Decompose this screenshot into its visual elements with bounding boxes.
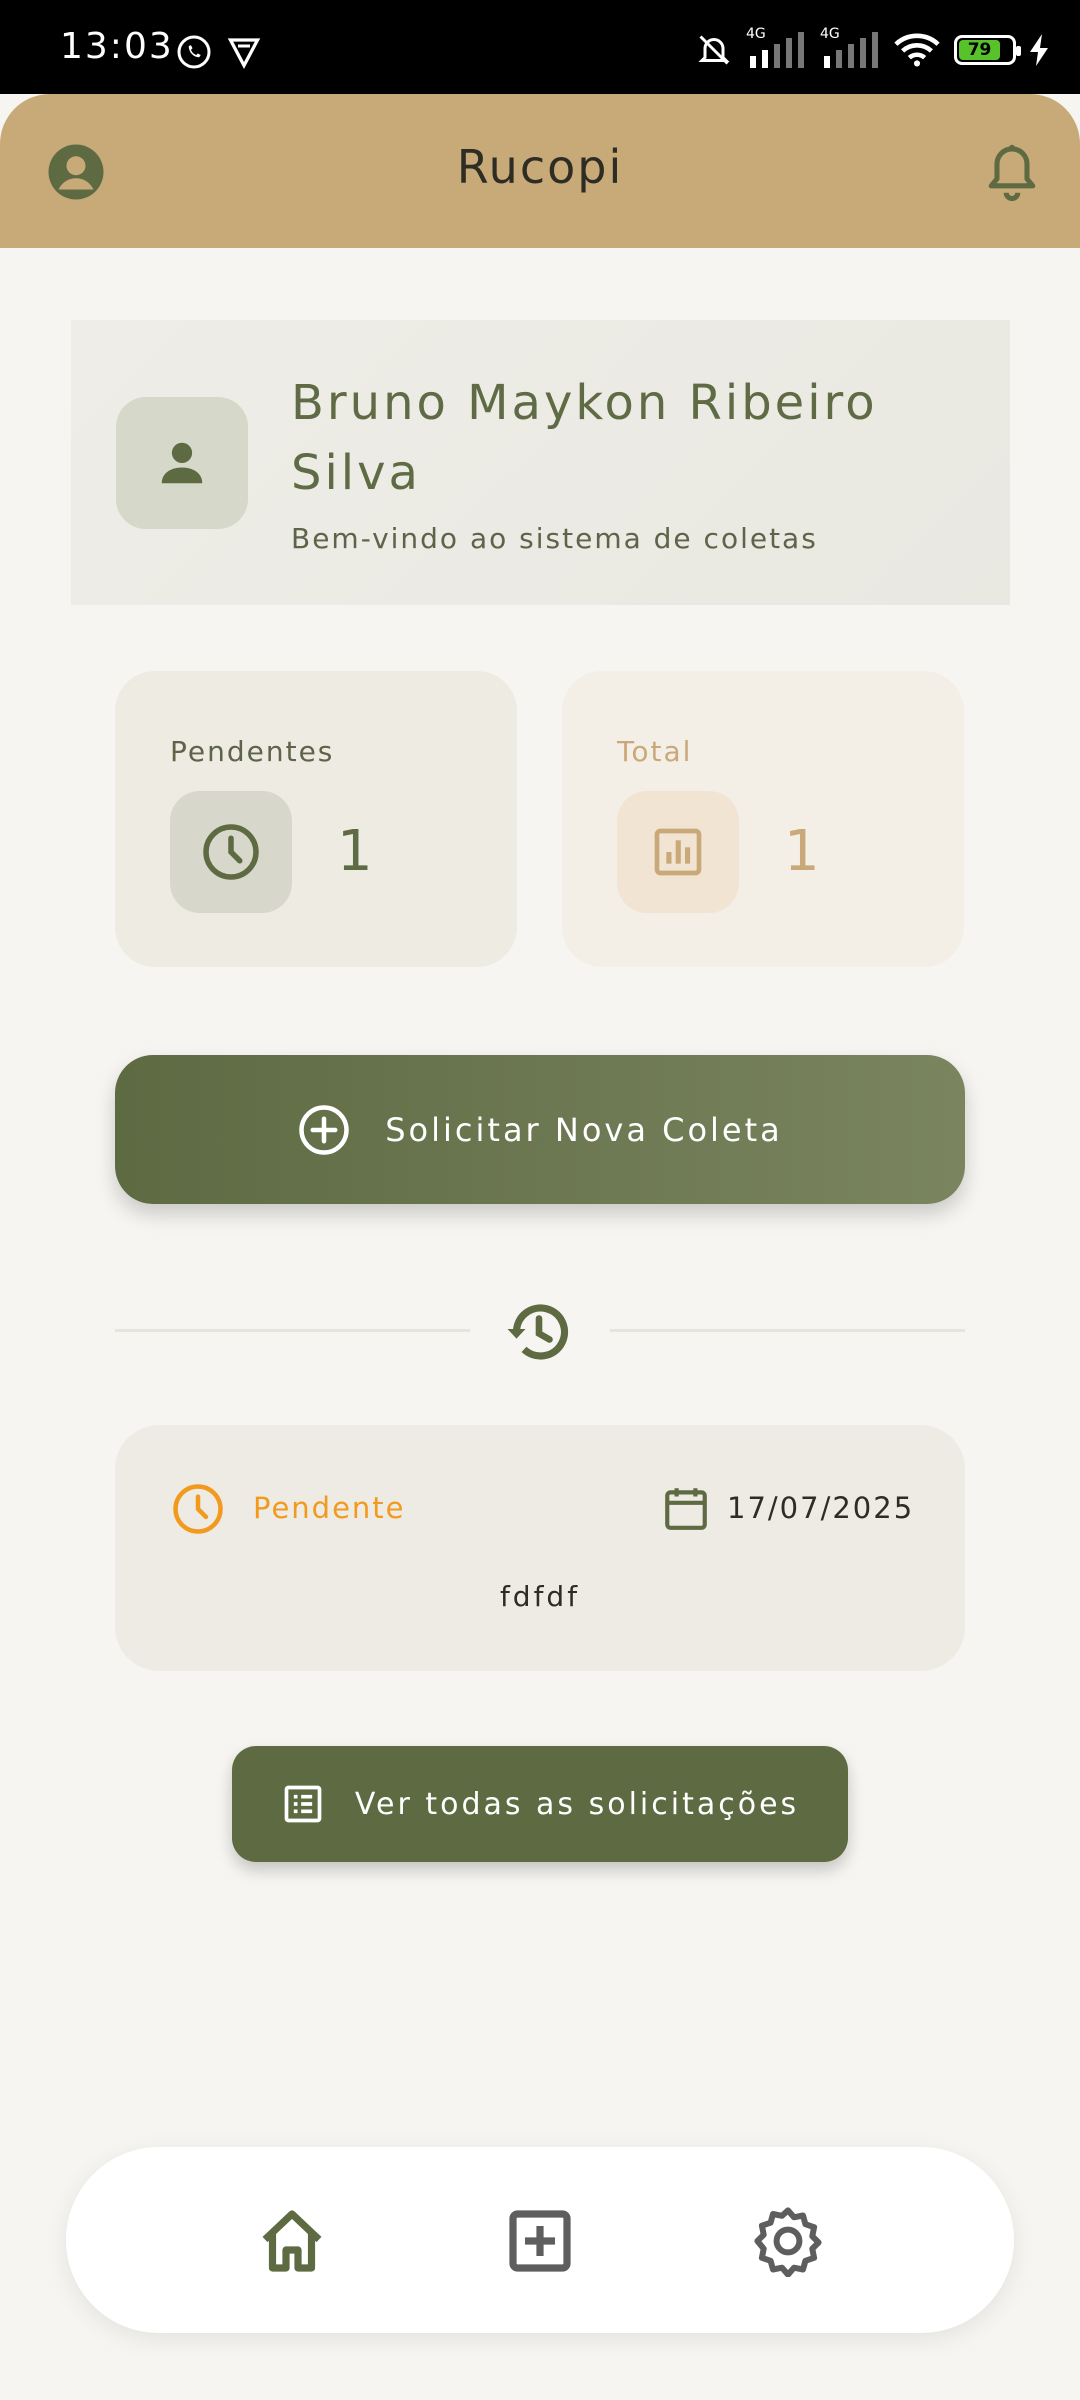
home-icon[interactable]: [256, 2205, 328, 2277]
stat-icon-box-pending: [170, 791, 292, 913]
request-card[interactable]: Pendente 17/07/2025 fdfdf: [115, 1425, 965, 1671]
request-new-collection-label: Solicitar Nova Coleta: [385, 1110, 783, 1149]
bottom-nav: [66, 2147, 1014, 2333]
charging-icon: [1030, 34, 1048, 66]
stat-label-total: Total: [617, 735, 693, 768]
clock-icon: [203, 824, 259, 880]
view-all-requests-button[interactable]: Ver todas as solicitações: [232, 1746, 848, 1862]
signal-2: 4G: [820, 26, 880, 68]
battery-fill: 79: [959, 40, 1001, 60]
history-icon: [507, 1304, 569, 1360]
add-circle-icon: [299, 1104, 349, 1155]
stat-value-total: 1: [784, 819, 820, 884]
network-label-1: 4G: [746, 26, 766, 42]
network-label-2: 4G: [820, 26, 840, 42]
vpn-shield-icon: [227, 38, 261, 70]
request-new-collection-button[interactable]: Solicitar Nova Coleta: [115, 1055, 965, 1204]
bell-icon[interactable]: [984, 142, 1040, 202]
list-icon: [284, 1785, 322, 1823]
bar-chart-icon: [654, 828, 702, 876]
calendar-icon: [665, 1488, 707, 1530]
welcome-subtitle: Bem-vindo ao sistema de coletas: [291, 522, 818, 555]
stat-card-pending: Pendentes 1: [115, 671, 517, 967]
view-all-requests-label: Ver todas as solicitações: [354, 1786, 800, 1822]
status-bar: 13:03 4G 4G 79: [0, 0, 1080, 94]
status-right: 4G 4G 79: [696, 26, 1050, 70]
clock-icon: [173, 1484, 223, 1534]
divider-right: [610, 1329, 965, 1332]
app-title: Rucopi: [456, 140, 624, 194]
user-name: Bruno Maykon Ribeiro Silva: [291, 375, 878, 501]
stat-card-total: Total 1: [562, 671, 964, 967]
stat-label-pending: Pendentes: [170, 735, 335, 768]
settings-icon[interactable]: [752, 2205, 824, 2277]
welcome-card: Bruno Maykon Ribeiro Silva Bem-vindo ao …: [71, 320, 1010, 605]
whatsapp-icon: [177, 35, 211, 69]
stat-value-pending: 1: [337, 819, 373, 884]
request-date: 17/07/2025: [727, 1491, 915, 1525]
bell-muted-icon: [698, 35, 730, 65]
status-time: 13:03: [60, 26, 174, 67]
battery-cap: [1016, 46, 1021, 56]
battery-icon: 79: [954, 35, 1021, 65]
wifi-icon: [894, 33, 940, 67]
stat-icon-box-total: [617, 791, 739, 913]
add-box-icon[interactable]: [504, 2205, 576, 2277]
request-status: Pendente: [253, 1491, 406, 1525]
battery-level: 79: [967, 40, 992, 60]
signal-1: 4G: [746, 26, 806, 68]
avatar: [116, 397, 248, 529]
person-icon: [161, 442, 203, 484]
request-description: fdfdf: [499, 1580, 581, 1613]
app-header: Rucopi: [0, 94, 1080, 248]
divider-left: [115, 1329, 470, 1332]
